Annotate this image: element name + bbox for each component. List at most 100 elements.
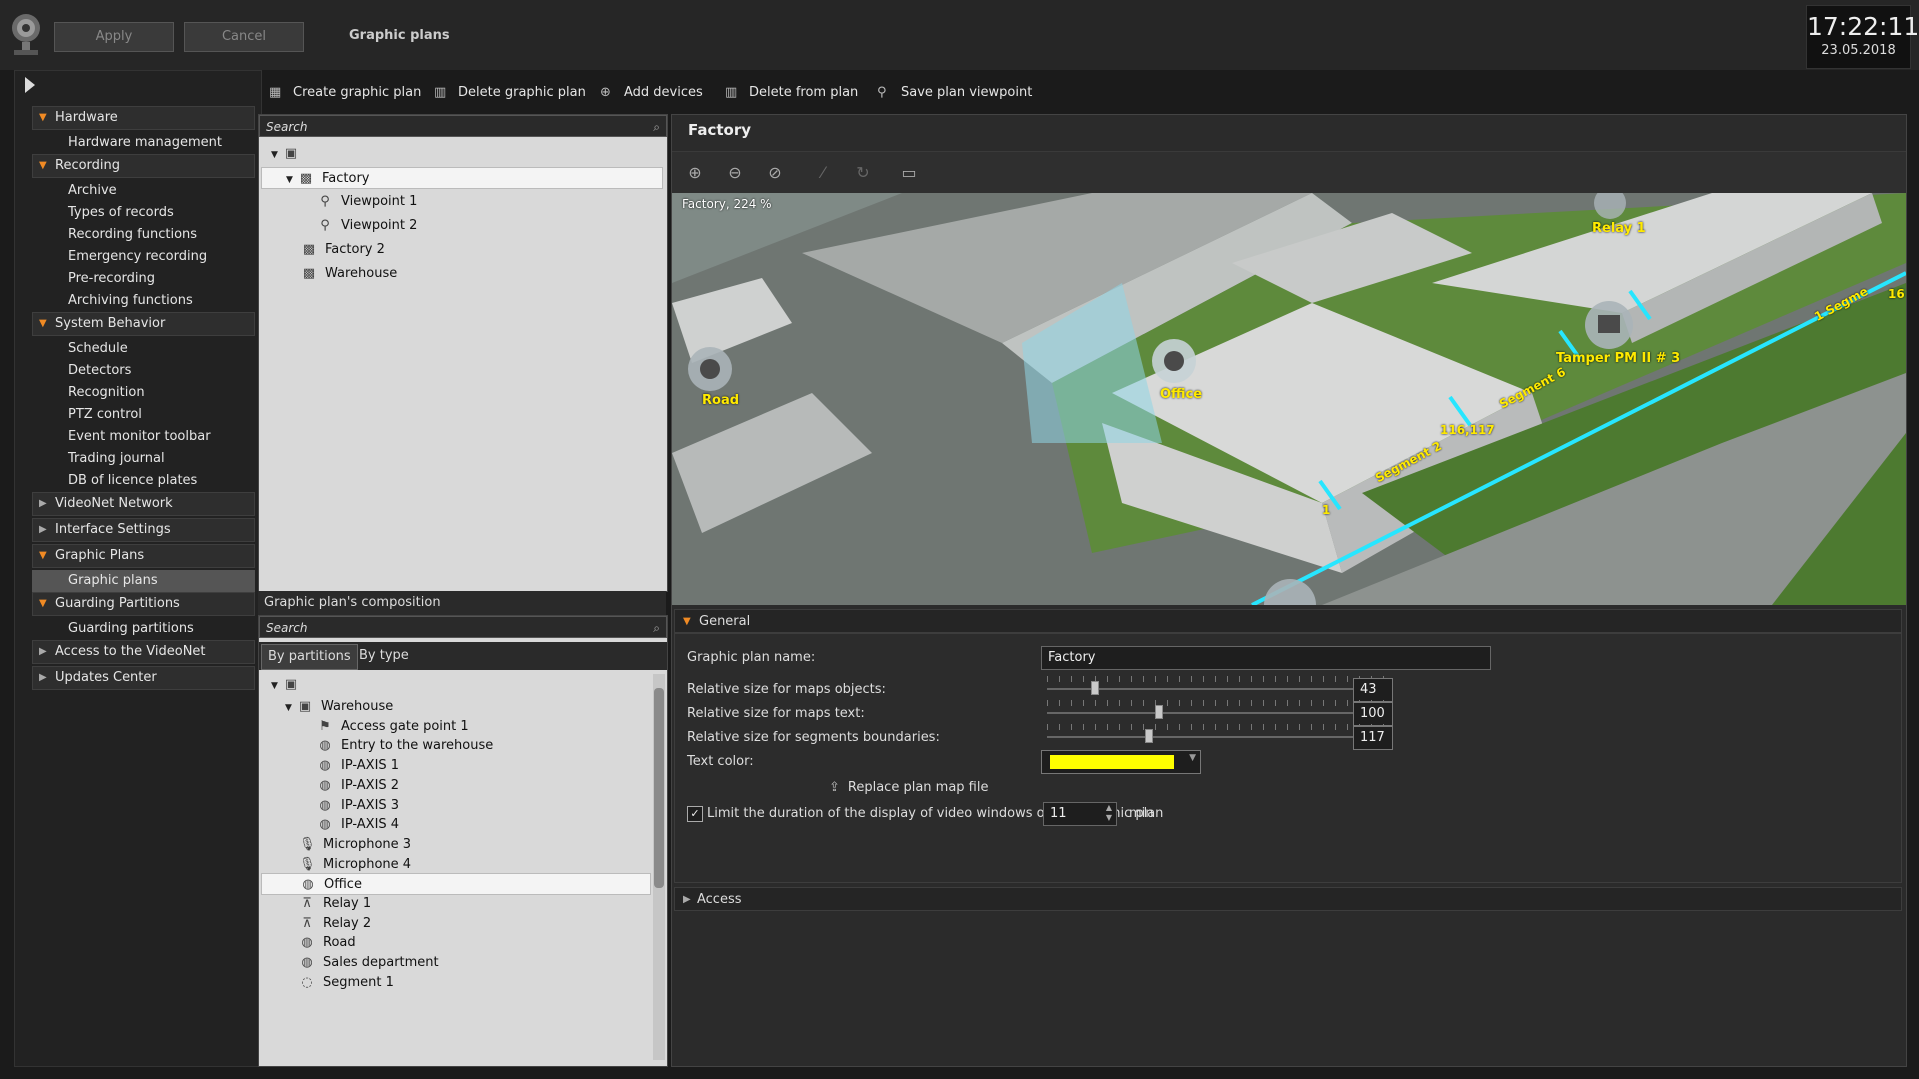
camera-icon: ◍	[319, 777, 331, 793]
tab-by-partitions[interactable]: By partitions	[261, 644, 358, 670]
composition-item[interactable]: ⊼ Relay 1	[299, 893, 371, 915]
fit-to-screen-icon[interactable]: ▭	[898, 162, 920, 184]
hide-objects-icon[interactable]: ⊘	[764, 162, 786, 184]
limit-duration-checkbox[interactable]: ✓	[687, 806, 703, 822]
map-label-road[interactable]: Road	[702, 393, 739, 408]
size-objects-slider-thumb[interactable]	[1090, 681, 1099, 695]
nav-item[interactable]: Emergency recording	[32, 246, 255, 268]
nav-item[interactable]: Trading journal	[32, 448, 255, 470]
nav-item[interactable]: Types of records	[32, 202, 255, 224]
limit-duration-input[interactable]: 11 ▲ ▼	[1043, 802, 1117, 826]
delete-plan-button[interactable]: ▥ Delete graphic plan	[434, 80, 586, 106]
nav-item[interactable]: DB of licence plates	[32, 470, 255, 492]
general-section-header[interactable]: ▼ General	[674, 609, 1902, 633]
composition-scrollbar[interactable]	[653, 674, 665, 1060]
nav-item[interactable]: Archiving functions	[32, 290, 255, 312]
spin-arrows-icon[interactable]: ▲ ▼	[1106, 803, 1112, 823]
tree-node-viewpoint-2[interactable]: ⚲ Viewpoint 2	[317, 215, 417, 237]
nav-item[interactable]: Guarding partitions	[32, 618, 255, 640]
composition-item[interactable]: ◍ Office	[261, 873, 651, 896]
nav-category[interactable]: ▶ Access to the VideoNet	[32, 640, 255, 664]
collapse-icon: ▼	[39, 550, 47, 561]
map-label-office[interactable]: Office	[1160, 387, 1202, 402]
composition-item-label: Office	[324, 877, 362, 893]
expand-icon[interactable]: ▼	[286, 169, 298, 191]
tree-root[interactable]: ▼ ▣	[271, 143, 307, 165]
size-segments-slider[interactable]	[1047, 736, 1387, 738]
composition-search-input[interactable]: Search ⌕	[259, 616, 667, 638]
plan-editor: Factory ⊕ ⊖ ⊘ ⁄ ↻ ▭ Factory, 224 % Road …	[671, 114, 1907, 1067]
size-objects-value[interactable]: 43	[1353, 678, 1393, 702]
text-color-picker[interactable]: ▼	[1041, 750, 1201, 774]
tree-node-warehouse[interactable]: ▩ Warehouse	[301, 263, 397, 285]
rotate-icon[interactable]: ↻	[852, 162, 874, 184]
composition-item-label: Road	[323, 935, 356, 951]
expand-icon[interactable]: ▼	[271, 675, 283, 697]
draw-segment-icon[interactable]: ⁄	[812, 162, 834, 184]
delete-from-plan-button[interactable]: ▥ Delete from plan	[725, 80, 858, 106]
size-text-slider[interactable]	[1047, 712, 1387, 714]
replace-map-button[interactable]: ⇪ Replace plan map file	[829, 780, 988, 795]
composition-item[interactable]: ◍ Entry to the warehouse	[317, 735, 493, 757]
nav-item[interactable]: Recognition	[32, 382, 255, 404]
text-color-swatch	[1050, 755, 1174, 769]
nav-category[interactable]: ▶ VideoNet Network	[32, 492, 255, 516]
tab-by-type[interactable]: By type	[353, 644, 415, 668]
nav-category[interactable]: ▼ Hardware	[32, 106, 255, 130]
expand-icon[interactable]: ▼	[271, 144, 283, 166]
nav-category[interactable]: ▶ Interface Settings	[32, 518, 255, 542]
nav-item[interactable]: Recording functions	[32, 224, 255, 246]
composition-item[interactable]: ◌ Segment 1	[299, 972, 394, 994]
composition-root[interactable]: ▼ ▣	[271, 674, 307, 696]
search-icon[interactable]: ⌕	[653, 116, 660, 138]
nav-item[interactable]: Schedule	[32, 338, 255, 360]
add-devices-button[interactable]: ⊕ Add devices	[600, 80, 703, 106]
composition-item[interactable]: ◍ IP-AXIS 1	[317, 755, 399, 777]
size-text-slider-thumb[interactable]	[1155, 705, 1164, 719]
plans-search-input[interactable]: Search ⌕	[259, 115, 667, 137]
zoom-out-icon[interactable]: ⊖	[724, 162, 746, 184]
composition-item[interactable]: ◍ Road	[299, 932, 356, 954]
create-plan-button[interactable]: ▦ Create graphic plan	[269, 80, 421, 106]
zoom-in-icon[interactable]: ⊕	[684, 162, 706, 184]
save-viewpoint-button[interactable]: ⚲ Save plan viewpoint	[877, 80, 1032, 106]
map-label-tamper[interactable]: Tamper PM II # 3	[1556, 351, 1680, 366]
nav-item[interactable]: Graphic plans	[32, 570, 255, 592]
nav-item[interactable]: Event monitor toolbar	[32, 426, 255, 448]
size-segments-value[interactable]: 117	[1353, 726, 1393, 750]
apply-button[interactable]: Apply	[54, 22, 174, 52]
composition-item[interactable]: ◍ IP-AXIS 3	[317, 795, 399, 817]
plan-map[interactable]: Factory, 224 % Road Office Relay 1 Tampe…	[672, 193, 1906, 605]
nav-item[interactable]: Pre-recording	[32, 268, 255, 290]
map-label-relay-1[interactable]: Relay 1	[1592, 221, 1646, 236]
nav-item[interactable]: Detectors	[32, 360, 255, 382]
tree-node-factory-2[interactable]: ▩ Factory 2	[301, 239, 385, 261]
nav-item[interactable]: PTZ control	[32, 404, 255, 426]
nav-category[interactable]: ▼ Guarding Partitions	[32, 592, 255, 616]
composition-item[interactable]: ◍ IP-AXIS 4	[317, 814, 399, 836]
composition-item[interactable]: ▼ ▣ Warehouse	[285, 696, 393, 718]
tree-node-viewpoint-1[interactable]: ⚲ Viewpoint 1	[317, 191, 417, 213]
composition-item[interactable]: ⚑ Access gate point 1	[317, 716, 468, 738]
nav-category[interactable]: ▼ Recording	[32, 154, 255, 178]
expand-icon[interactable]: ▼	[285, 697, 297, 719]
cancel-button[interactable]: Cancel	[184, 22, 304, 52]
composition-item[interactable]: ◍ IP-AXIS 2	[317, 775, 399, 797]
access-section-header[interactable]: ▶ Access	[674, 887, 1902, 911]
composition-item[interactable]: 🎙 Microphone 3	[299, 834, 411, 856]
search-icon[interactable]: ⌕	[653, 617, 660, 639]
collapse-panel-icon[interactable]	[24, 76, 36, 98]
nav-item[interactable]: Hardware management	[32, 132, 255, 154]
composition-item[interactable]: ◍ Sales department	[299, 952, 438, 974]
nav-item[interactable]: Archive	[32, 180, 255, 202]
nav-category[interactable]: ▼ System Behavior	[32, 312, 255, 336]
plan-name-input[interactable]: Factory	[1041, 646, 1491, 670]
nav-category[interactable]: ▼ Graphic Plans	[32, 544, 255, 568]
composition-item[interactable]: 🎙 Microphone 4	[299, 854, 411, 876]
nav-category[interactable]: ▶ Updates Center	[32, 666, 255, 690]
size-text-value[interactable]: 100	[1353, 702, 1393, 726]
scrollbar-thumb[interactable]	[654, 688, 664, 888]
size-segments-slider-thumb[interactable]	[1145, 729, 1153, 743]
composition-item[interactable]: ⊼ Relay 2	[299, 913, 371, 935]
tree-node-factory[interactable]: ▼ ▩ Factory	[261, 167, 663, 189]
